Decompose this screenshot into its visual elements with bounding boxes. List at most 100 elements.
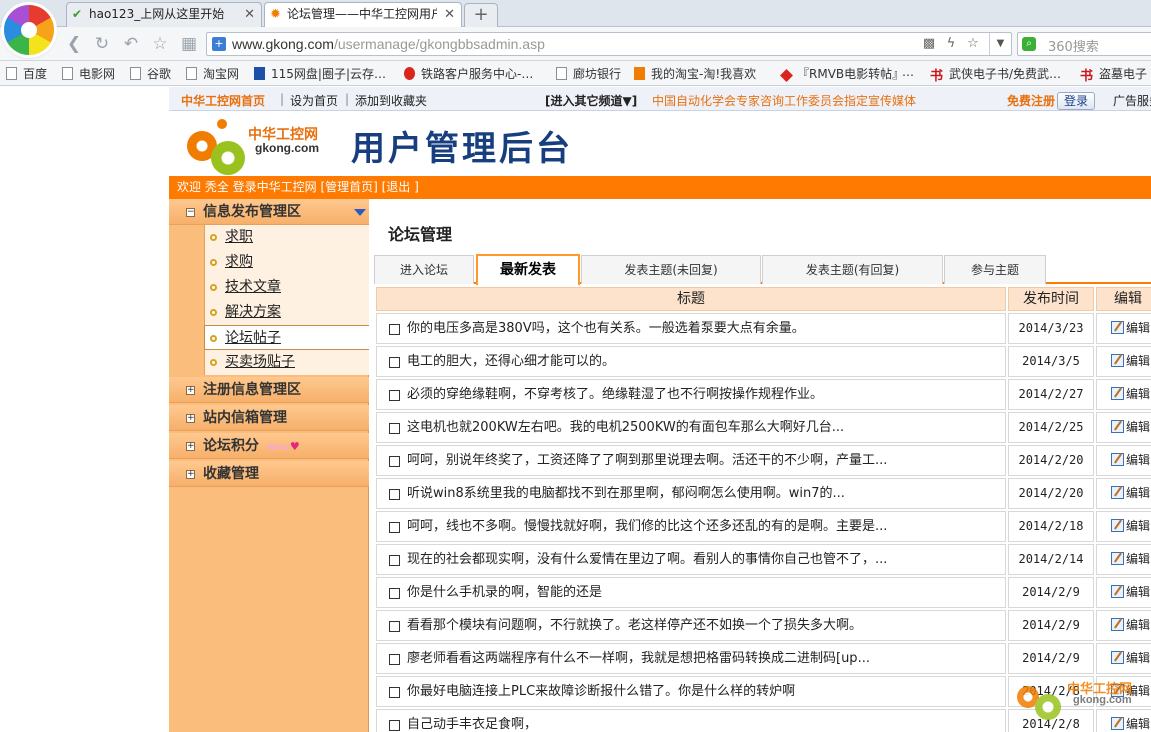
- bookmark-item[interactable]: 廊坊银行: [556, 65, 621, 82]
- table-row[interactable]: 必须的穿绝缘鞋啊，不穿考核了。绝缘鞋湿了也不行啊按操作规程作业。 2014/2/2…: [376, 379, 1151, 412]
- row-checkbox[interactable]: [389, 357, 400, 368]
- sidebar-item-solutions[interactable]: 解决方案: [204, 300, 369, 325]
- post-title-cell[interactable]: 这电机也就200KW左右吧。我的电机2500KW的有面包车那么大啊好几台...: [376, 412, 1006, 443]
- post-title[interactable]: 必须的穿绝缘鞋啊，不穿考核了。绝缘鞋湿了也不行啊按操作规程作业。: [407, 387, 823, 402]
- search-box[interactable]: ⌕ 360搜索: [1017, 32, 1151, 56]
- edit-button[interactable]: 编辑: [1096, 544, 1151, 575]
- expand-icon[interactable]: +: [186, 470, 195, 479]
- bookmark-item[interactable]: 书武侠电子书/免费武…: [930, 65, 1061, 84]
- row-checkbox[interactable]: [389, 423, 400, 434]
- post-title[interactable]: 你的电压多高是380V吗，这个也有关系。一般选着泵要大点有余量。: [407, 321, 805, 336]
- table-row[interactable]: 电工的胆大，还得心细才能可以的。 2014/3/5 编辑: [376, 346, 1151, 379]
- table-row[interactable]: 呵呵，别说年终奖了，工资还降了了啊到那里说理去啊。活还干的不少啊，产量工... 2…: [376, 445, 1151, 478]
- favorite-star-icon[interactable]: ☆: [965, 36, 981, 52]
- chevron-down-icon[interactable]: ▼: [989, 33, 1011, 55]
- edit-button[interactable]: 编辑: [1096, 643, 1151, 674]
- close-icon[interactable]: ✕: [444, 3, 455, 26]
- expand-icon[interactable]: +: [186, 386, 195, 395]
- post-title[interactable]: 你是什么手机录的啊，智能的还是: [407, 585, 602, 600]
- bookmark-more[interactable]: …: [902, 65, 914, 79]
- grid-icon[interactable]: ▦: [179, 34, 199, 54]
- expand-icon[interactable]: +: [186, 442, 195, 451]
- table-row[interactable]: 你最好电脑连接上PLC来故障诊断报什么错了。你是什么样的转炉啊 2014/2/8 编…: [376, 676, 1151, 709]
- post-title-cell[interactable]: 看看那个模块有问题啊，不行就换了。老这样停产还不如换一个了损失多大啊。: [376, 610, 1006, 641]
- tab-enter-forum[interactable]: 进入论坛: [374, 255, 474, 284]
- edit-button[interactable]: 编辑: [1096, 379, 1151, 410]
- row-checkbox[interactable]: [389, 621, 400, 632]
- ad-service-link[interactable]: 广告服务: [1113, 92, 1151, 109]
- tab-participated[interactable]: 参与主题: [944, 255, 1046, 284]
- post-title-cell[interactable]: 听说win8系统里我的电脑都找不到在那里啊，郁闷啊怎么使用啊。win7的...: [376, 478, 1006, 509]
- table-row[interactable]: 自己动手丰衣足食啊， 2014/2/8 编辑: [376, 709, 1151, 732]
- row-checkbox[interactable]: [389, 489, 400, 500]
- table-row[interactable]: 廖老师看看这两端程序有什么不一样啊，我就是想把格雷码转换成二进制码[up... 2…: [376, 643, 1151, 676]
- post-title[interactable]: 这电机也就200KW左右吧。我的电机2500KW的有面包车那么大啊好几台...: [407, 420, 844, 435]
- browser-logo-icon[interactable]: [4, 5, 54, 55]
- new-tab-button[interactable]: +: [464, 3, 498, 27]
- address-bar[interactable]: + www.gkong.com/usermanage/gkongbbsadmin…: [206, 32, 1012, 56]
- post-title-cell[interactable]: 自己动手丰衣足食啊，: [376, 709, 1006, 732]
- sidebar-section-favorites[interactable]: + 收藏管理: [169, 461, 369, 487]
- bookmark-item[interactable]: 百度: [6, 65, 47, 82]
- bookmark-item[interactable]: 铁路客户服务中心-…: [404, 65, 533, 82]
- undo-icon[interactable]: ↶: [121, 34, 141, 54]
- close-icon[interactable]: ✕: [244, 3, 255, 26]
- edit-button[interactable]: 编辑: [1096, 610, 1151, 641]
- row-checkbox[interactable]: [389, 390, 400, 401]
- bookmark-item[interactable]: 淘宝网: [186, 65, 239, 82]
- bookmark-item[interactable]: 115网盘|圈子|云存…: [254, 65, 386, 82]
- post-title[interactable]: 看看那个模块有问题啊，不行就换了。老这样停产还不如换一个了损失多大啊。: [407, 618, 862, 633]
- table-row[interactable]: 听说win8系统里我的电脑都找不到在那里啊，郁闷啊怎么使用啊。win7的... 2…: [376, 478, 1151, 511]
- post-title-cell[interactable]: 呵呵，线也不多啊。慢慢找就好啊，我们修的比这个还多还乱的有的是啊。主要是...: [376, 511, 1006, 542]
- edit-button[interactable]: 编辑: [1096, 709, 1151, 732]
- lightning-icon[interactable]: ϟ: [943, 36, 959, 52]
- gkong-logo[interactable]: 中华工控网 gkong.com: [187, 119, 322, 175]
- row-checkbox[interactable]: [389, 324, 400, 335]
- post-title[interactable]: 现在的社会都现实啊，没有什么爱情在里边了啊。看别人的事情你自己也管不了，...: [407, 552, 887, 567]
- sidebar-item-market-posts[interactable]: 买卖场贴子: [204, 350, 369, 375]
- row-checkbox[interactable]: [389, 522, 400, 533]
- tab-latest-posts[interactable]: 最新发表: [476, 254, 580, 285]
- back-icon[interactable]: ❮: [64, 34, 84, 54]
- star-icon[interactable]: ☆: [150, 34, 170, 54]
- table-row[interactable]: 呵呵，线也不多啊。慢慢找就好啊，我们修的比这个还多还乱的有的是啊。主要是... 2…: [376, 511, 1151, 544]
- bookmark-item[interactable]: 『RMVB电影转帖』: [780, 65, 904, 82]
- add-favorite-link[interactable]: 添加到收藏夹: [355, 92, 427, 109]
- post-title[interactable]: 电工的胆大，还得心细才能可以的。: [407, 354, 615, 369]
- post-title[interactable]: 呵呵，别说年终奖了，工资还降了了啊到那里说理去啊。活还干的不少啊，产量工...: [407, 453, 887, 468]
- post-title-cell[interactable]: 必须的穿绝缘鞋啊，不穿考核了。绝缘鞋湿了也不行啊按操作规程作业。: [376, 379, 1006, 410]
- browser-tab-hao123[interactable]: ✔ hao123_上网从这里开始 ✕: [66, 2, 262, 27]
- post-title-cell[interactable]: 你的电压多高是380V吗，这个也有关系。一般选着泵要大点有余量。: [376, 313, 1006, 344]
- row-checkbox[interactable]: [389, 687, 400, 698]
- login-button[interactable]: 登录: [1057, 92, 1096, 110]
- edit-button[interactable]: 编辑: [1096, 445, 1151, 476]
- sidebar-item-articles[interactable]: 技术文章: [204, 275, 369, 300]
- qrcode-icon[interactable]: ▩: [921, 36, 937, 52]
- post-title-cell[interactable]: 电工的胆大，还得心细才能可以的。: [376, 346, 1006, 377]
- bookmark-item[interactable]: 我的淘宝-淘!我喜欢: [634, 65, 756, 82]
- edit-button[interactable]: 编辑: [1096, 478, 1151, 509]
- home-link[interactable]: 中华工控网首页: [181, 92, 265, 109]
- bookmark-item[interactable]: 书盗墓电子: [1080, 65, 1147, 84]
- post-title[interactable]: 听说win8系统里我的电脑都找不到在那里啊，郁闷啊怎么使用啊。win7的...: [407, 486, 845, 501]
- post-title-cell[interactable]: 现在的社会都现实啊，没有什么爱情在里边了啊。看别人的事情你自己也管不了，...: [376, 544, 1006, 575]
- edit-button[interactable]: 编辑: [1096, 577, 1151, 608]
- post-title[interactable]: 廖老师看看这两端程序有什么不一样啊，我就是想把格雷码转换成二进制码[up...: [407, 651, 870, 666]
- row-checkbox[interactable]: [389, 456, 400, 467]
- browser-tab-gkong[interactable]: ✹ 论坛管理——中华工控网用户 ✕: [264, 2, 462, 28]
- edit-button[interactable]: 编辑: [1096, 511, 1151, 542]
- row-checkbox[interactable]: [389, 588, 400, 599]
- table-row[interactable]: 你是什么手机录的啊，智能的还是 2014/2/9 编辑: [376, 577, 1151, 610]
- tab-topics-unreplied[interactable]: 发表主题(未回复): [581, 255, 761, 284]
- edit-button[interactable]: 编辑: [1096, 676, 1151, 707]
- expand-icon[interactable]: +: [186, 414, 195, 423]
- channels-dropdown[interactable]: [进入其它频道▼]: [545, 92, 637, 109]
- post-title[interactable]: 你最好电脑连接上PLC来故障诊断报什么错了。你是什么样的转炉啊: [407, 684, 795, 699]
- register-link[interactable]: 免费注册: [1007, 92, 1055, 109]
- sidebar-item-purchase[interactable]: 求购: [204, 250, 369, 275]
- bookmark-item[interactable]: 电影网: [62, 65, 115, 82]
- table-row[interactable]: 看看那个模块有问题啊，不行就换了。老这样停产还不如换一个了损失多大啊。 2014/…: [376, 610, 1151, 643]
- table-row[interactable]: 现在的社会都现实啊，没有什么爱情在里边了啊。看别人的事情你自己也管不了，... 2…: [376, 544, 1151, 577]
- sidebar-section-register[interactable]: + 注册信息管理区: [169, 377, 369, 403]
- collapse-icon[interactable]: −: [186, 208, 195, 217]
